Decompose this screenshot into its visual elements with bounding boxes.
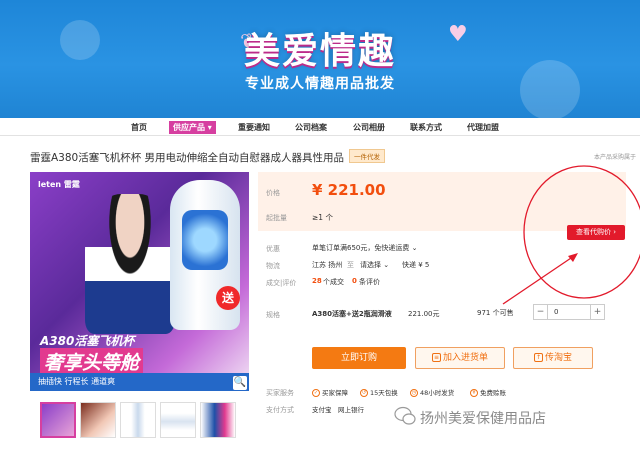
annotation-arrow (502, 255, 575, 305)
quantity-increase-button[interactable]: + (590, 305, 604, 319)
service-48h-shipping[interactable]: ◷ 48小时发货 (410, 387, 454, 397)
image-feature-bar: 抽插快 行程长 通道爽 (30, 373, 249, 391)
price-label: 价格 (266, 189, 280, 197)
main-nav: 首页 供应产品 ▾ 重要通知 公司档案 公司相册 联系方式 代理加盟 (0, 118, 640, 136)
shipping-label: 物流 (266, 262, 280, 270)
site-slogan: 专业成人情趣用品批发 (245, 76, 395, 92)
post-to-taobao-button[interactable]: ↑ 传淘宝 (513, 347, 593, 369)
annotation-arrowhead (568, 253, 578, 262)
trade-review-label: 成交|评价 (266, 279, 297, 287)
exchange-icon: ↺ (360, 389, 368, 397)
credit-icon: ¥ (470, 389, 478, 397)
cart-list-icon: ≡ (431, 353, 441, 362)
service-buyer-protection[interactable]: ✓ 买家保障 (312, 387, 348, 397)
nav-products[interactable]: 供应产品 ▾ (169, 121, 216, 134)
dropship-tag: 一件代发 (349, 149, 385, 163)
payment-online-bank: 网上银行 (338, 406, 364, 414)
nav-company-profile[interactable]: 公司档案 (295, 121, 327, 134)
add-to-cart-button[interactable]: ≡ 加入进货单 (415, 347, 505, 369)
nav-company-album[interactable]: 公司相册 (353, 121, 385, 134)
zoom-icon[interactable]: 🔍 (233, 376, 247, 390)
purchase-note: 本产品采购属于 (594, 154, 637, 161)
service-label: 15天包换 (370, 389, 398, 397)
nav-contact[interactable]: 联系方式 (410, 121, 442, 134)
order-now-button[interactable]: 立即订购 (312, 347, 406, 369)
thumbnail[interactable] (80, 402, 116, 438)
review-count-unit[interactable]: 条评价 (359, 277, 380, 287)
quantity-stepper: − 0 + (533, 304, 605, 320)
shipping-destination-select[interactable]: 请选择 ⌄ (360, 260, 389, 270)
quantity-decrease-button[interactable]: − (534, 305, 548, 319)
spec-price: 221.00元 (408, 310, 440, 318)
promo-label: 优惠 (266, 245, 280, 253)
share-icon: ↑ (533, 353, 543, 362)
clock-icon: ◷ (410, 389, 418, 397)
shipping-method: 快递 ¥ 5 (402, 261, 430, 269)
service-label: 48小时发货 (420, 389, 455, 397)
min-order-label: 起批量 (266, 214, 287, 222)
thumbnail[interactable] (160, 402, 196, 438)
thumbnail[interactable] (120, 402, 156, 438)
nav-home[interactable]: 首页 (131, 121, 147, 134)
post-to-taobao-label: 传淘宝 (544, 353, 572, 363)
spec-name: A380活塞+送2瓶润滑液 (312, 310, 392, 318)
header-banner: ❦ ♥ 美爱情趣 专业成人情趣用品批发 (0, 0, 640, 118)
price-value: ¥ 221.00 (312, 181, 386, 199)
product-main-image[interactable]: leten 雷霆 送 A380活塞飞机杯 奢享头等舱 抽插快 行程长 通道爽 (30, 172, 249, 391)
nav-notices[interactable]: 重要通知 (238, 121, 270, 134)
view-agent-price-button[interactable]: 查看代购价 › (567, 225, 625, 240)
service-15day-exchange[interactable]: ↺ 15天包换 (360, 387, 398, 397)
deal-count: 28 (312, 277, 322, 285)
add-to-cart-label: 加入进货单 (442, 353, 488, 363)
min-order-value: ≥1 个 (312, 213, 333, 222)
service-label: 买家保障 (322, 389, 348, 397)
site-logo-title: 美爱情趣 (243, 30, 396, 72)
promo-value[interactable]: 单笔订单满650元，免快递运费 ⌄ (312, 243, 417, 253)
nav-agent-join[interactable]: 代理加盟 (467, 121, 499, 134)
thumbnail[interactable] (200, 402, 236, 438)
model-figure (85, 194, 175, 334)
quantity-input[interactable]: 0 (550, 305, 588, 319)
spec-label: 规格 (266, 311, 280, 319)
service-label: 免费赊账 (480, 389, 506, 397)
image-model-name: A380活塞飞机杯 (40, 334, 135, 348)
review-count: 0 (352, 277, 357, 285)
product-title: 雷霆A380活塞飞机杯杯 男用电动伸缩全自动自慰器成人器具性用品 (30, 152, 345, 164)
stock-available: 971 个可售 (477, 309, 514, 317)
watermark-text: 扬州美爱保健用品店 (420, 411, 546, 427)
shield-icon: ✓ (312, 389, 320, 397)
payment-alipay: 支付宝 (312, 406, 332, 414)
thumbnail[interactable] (40, 402, 76, 438)
shipping-from: 江苏 扬州 (312, 261, 343, 269)
shipping-to-word: 至 (347, 261, 354, 269)
image-slogan: 奢享头等舱 (40, 348, 144, 375)
payment-label: 支付方式 (266, 406, 294, 414)
deal-count-unit[interactable]: 个成交 (323, 277, 344, 287)
wechat-icon (394, 406, 416, 425)
service-free-credit[interactable]: ¥ 免费赊账 (470, 387, 506, 397)
brand-logo: leten 雷霆 (38, 180, 80, 189)
gift-badge: 送 (216, 286, 240, 310)
buyer-services-label: 买家服务 (266, 389, 294, 397)
